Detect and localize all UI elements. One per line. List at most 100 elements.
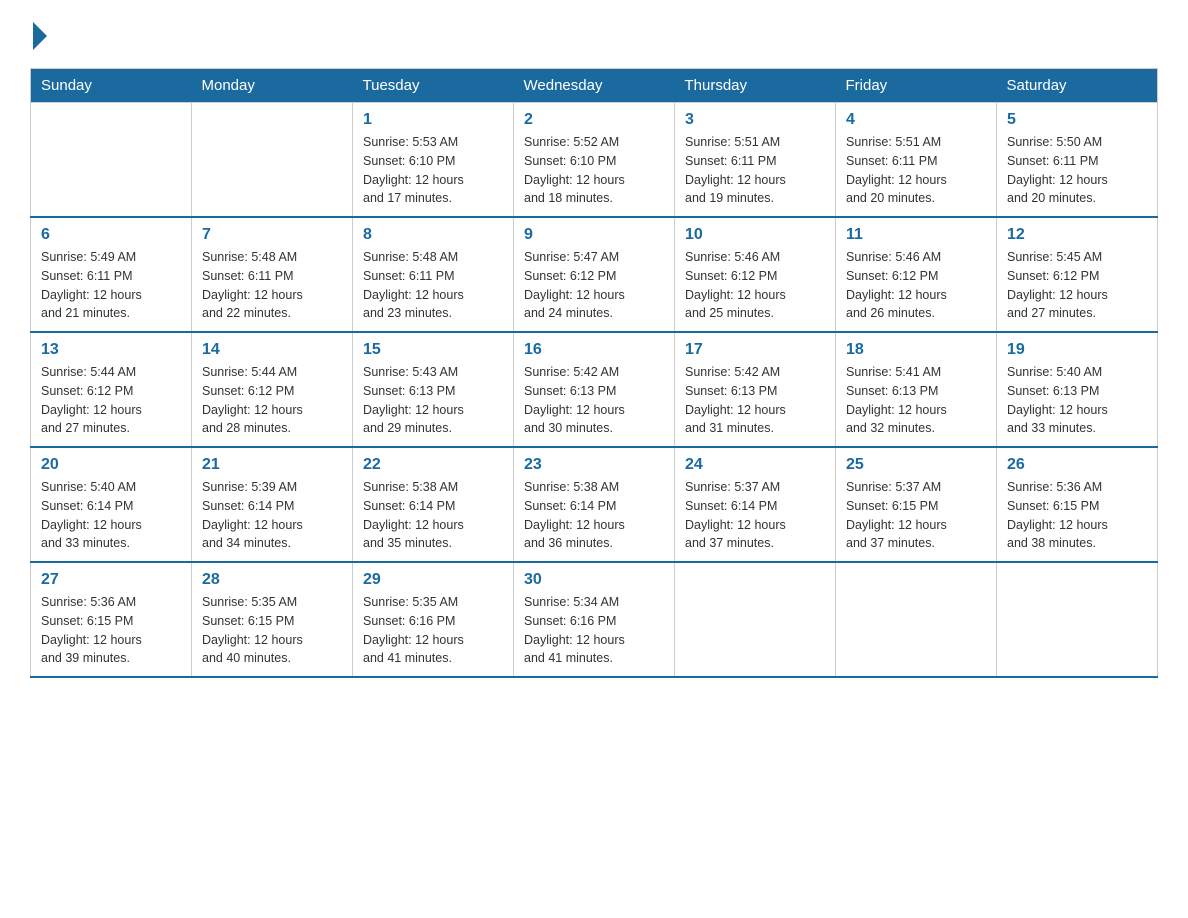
day-number: 25 xyxy=(846,456,986,474)
week-row-5: 27 Sunrise: 5:36 AM Sunset: 6:15 PM Dayli… xyxy=(31,562,1158,677)
day-number: 28 xyxy=(202,571,342,589)
day-number: 6 xyxy=(41,226,181,244)
day-number: 16 xyxy=(524,341,664,359)
calendar-cell: 16 Sunrise: 5:42 AM Sunset: 6:13 PM Dayli… xyxy=(514,332,675,447)
day-number: 11 xyxy=(846,226,986,244)
calendar-cell: 2 Sunrise: 5:52 AM Sunset: 6:10 PM Daylig… xyxy=(514,103,675,218)
calendar-cell: 24Sunrise: 5:37 AM Sunset: 6:14 PM Dayli… xyxy=(675,447,836,562)
day-info: Sunrise: 5:53 AM Sunset: 6:10 PM Dayligh… xyxy=(363,133,503,208)
day-number: 13 xyxy=(41,341,181,359)
day-info: Sunrise: 5:45 AM Sunset: 6:12 PM Dayligh… xyxy=(1007,248,1147,323)
weekday-header-wednesday: Wednesday xyxy=(514,69,675,103)
calendar-cell: 25 Sunrise: 5:37 AM Sunset: 6:15 PM Dayli… xyxy=(836,447,997,562)
day-info: Sunrise: 5:42 AM Sunset: 6:13 PM Dayligh… xyxy=(685,363,825,438)
day-number: 18 xyxy=(846,341,986,359)
week-row-1: 1 Sunrise: 5:53 AM Sunset: 6:10 PM Daylig… xyxy=(31,103,1158,218)
calendar-cell: 29 Sunrise: 5:35 AM Sunset: 6:16 PM Dayli… xyxy=(353,562,514,677)
calendar-cell: 21 Sunrise: 5:39 AM Sunset: 6:14 PM Dayli… xyxy=(192,447,353,562)
logo xyxy=(30,20,47,48)
page-header xyxy=(30,20,1158,48)
week-row-2: 6 Sunrise: 5:49 AM Sunset: 6:11 PM Daylig… xyxy=(31,217,1158,332)
day-info: Sunrise: 5:35 AM Sunset: 6:15 PM Dayligh… xyxy=(202,593,342,668)
calendar-cell: 5 Sunrise: 5:50 AM Sunset: 6:11 PM Daylig… xyxy=(997,103,1158,218)
day-number: 10 xyxy=(685,226,825,244)
weekday-header-row: SundayMondayTuesdayWednesdayThursdayFrid… xyxy=(31,69,1158,103)
day-info: Sunrise: 5:41 AM Sunset: 6:13 PM Dayligh… xyxy=(846,363,986,438)
day-number: 21 xyxy=(202,456,342,474)
day-info: Sunrise: 5:39 AM Sunset: 6:14 PM Dayligh… xyxy=(202,478,342,553)
day-info: Sunrise: 5:40 AM Sunset: 6:13 PM Dayligh… xyxy=(1007,363,1147,438)
calendar-cell xyxy=(31,103,192,218)
day-number: 9 xyxy=(524,226,664,244)
day-number: 2 xyxy=(524,111,664,129)
day-number: 14 xyxy=(202,341,342,359)
day-info: Sunrise: 5:49 AM Sunset: 6:11 PM Dayligh… xyxy=(41,248,181,323)
day-number: 17 xyxy=(685,341,825,359)
calendar-cell: 23 Sunrise: 5:38 AM Sunset: 6:14 PM Dayli… xyxy=(514,447,675,562)
calendar-cell: 3Sunrise: 5:51 AM Sunset: 6:11 PM Daylig… xyxy=(675,103,836,218)
calendar-cell: 20 Sunrise: 5:40 AM Sunset: 6:14 PM Dayli… xyxy=(31,447,192,562)
day-number: 3 xyxy=(685,111,825,129)
day-number: 23 xyxy=(524,456,664,474)
day-info: Sunrise: 5:52 AM Sunset: 6:10 PM Dayligh… xyxy=(524,133,664,208)
week-row-4: 20 Sunrise: 5:40 AM Sunset: 6:14 PM Dayli… xyxy=(31,447,1158,562)
calendar-cell: 6 Sunrise: 5:49 AM Sunset: 6:11 PM Daylig… xyxy=(31,217,192,332)
weekday-header-monday: Monday xyxy=(192,69,353,103)
weekday-header-thursday: Thursday xyxy=(675,69,836,103)
day-number: 5 xyxy=(1007,111,1147,129)
calendar-cell: 10 Sunrise: 5:46 AM Sunset: 6:12 PM Dayli… xyxy=(675,217,836,332)
calendar-cell: 26 Sunrise: 5:36 AM Sunset: 6:15 PM Dayli… xyxy=(997,447,1158,562)
day-info: Sunrise: 5:46 AM Sunset: 6:12 PM Dayligh… xyxy=(685,248,825,323)
day-number: 30 xyxy=(524,571,664,589)
calendar-cell: 8 Sunrise: 5:48 AM Sunset: 6:11 PM Daylig… xyxy=(353,217,514,332)
day-number: 8 xyxy=(363,226,503,244)
calendar-cell: 30Sunrise: 5:34 AM Sunset: 6:16 PM Dayli… xyxy=(514,562,675,677)
day-number: 22 xyxy=(363,456,503,474)
weekday-header-saturday: Saturday xyxy=(997,69,1158,103)
day-info: Sunrise: 5:40 AM Sunset: 6:14 PM Dayligh… xyxy=(41,478,181,553)
calendar-table: SundayMondayTuesdayWednesdayThursdayFrid… xyxy=(30,68,1158,678)
calendar-cell: 4 Sunrise: 5:51 AM Sunset: 6:11 PM Daylig… xyxy=(836,103,997,218)
calendar-cell: 18 Sunrise: 5:41 AM Sunset: 6:13 PM Dayli… xyxy=(836,332,997,447)
day-info: Sunrise: 5:38 AM Sunset: 6:14 PM Dayligh… xyxy=(363,478,503,553)
day-info: Sunrise: 5:44 AM Sunset: 6:12 PM Dayligh… xyxy=(41,363,181,438)
calendar-cell: 11 Sunrise: 5:46 AM Sunset: 6:12 PM Dayli… xyxy=(836,217,997,332)
calendar-cell: 9 Sunrise: 5:47 AM Sunset: 6:12 PM Daylig… xyxy=(514,217,675,332)
calendar-cell: 17 Sunrise: 5:42 AM Sunset: 6:13 PM Dayli… xyxy=(675,332,836,447)
day-number: 26 xyxy=(1007,456,1147,474)
calendar-cell: 22 Sunrise: 5:38 AM Sunset: 6:14 PM Dayli… xyxy=(353,447,514,562)
calendar-cell: 14 Sunrise: 5:44 AM Sunset: 6:12 PM Dayli… xyxy=(192,332,353,447)
day-number: 19 xyxy=(1007,341,1147,359)
day-info: Sunrise: 5:46 AM Sunset: 6:12 PM Dayligh… xyxy=(846,248,986,323)
day-info: Sunrise: 5:48 AM Sunset: 6:11 PM Dayligh… xyxy=(202,248,342,323)
week-row-3: 13 Sunrise: 5:44 AM Sunset: 6:12 PM Dayli… xyxy=(31,332,1158,447)
calendar-cell: 27 Sunrise: 5:36 AM Sunset: 6:15 PM Dayli… xyxy=(31,562,192,677)
day-info: Sunrise: 5:38 AM Sunset: 6:14 PM Dayligh… xyxy=(524,478,664,553)
day-number: 29 xyxy=(363,571,503,589)
day-number: 15 xyxy=(363,341,503,359)
day-number: 1 xyxy=(363,111,503,129)
day-info: Sunrise: 5:36 AM Sunset: 6:15 PM Dayligh… xyxy=(41,593,181,668)
day-number: 27 xyxy=(41,571,181,589)
day-number: 4 xyxy=(846,111,986,129)
day-info: Sunrise: 5:50 AM Sunset: 6:11 PM Dayligh… xyxy=(1007,133,1147,208)
calendar-cell xyxy=(675,562,836,677)
day-info: Sunrise: 5:37 AM Sunset: 6:14 PM Dayligh… xyxy=(685,478,825,553)
day-info: Sunrise: 5:42 AM Sunset: 6:13 PM Dayligh… xyxy=(524,363,664,438)
day-info: Sunrise: 5:36 AM Sunset: 6:15 PM Dayligh… xyxy=(1007,478,1147,553)
calendar-cell: 28 Sunrise: 5:35 AM Sunset: 6:15 PM Dayli… xyxy=(192,562,353,677)
day-info: Sunrise: 5:48 AM Sunset: 6:11 PM Dayligh… xyxy=(363,248,503,323)
calendar-cell: 1 Sunrise: 5:53 AM Sunset: 6:10 PM Daylig… xyxy=(353,103,514,218)
day-info: Sunrise: 5:35 AM Sunset: 6:16 PM Dayligh… xyxy=(363,593,503,668)
day-info: Sunrise: 5:44 AM Sunset: 6:12 PM Dayligh… xyxy=(202,363,342,438)
weekday-header-tuesday: Tuesday xyxy=(353,69,514,103)
logo-arrow-icon xyxy=(33,22,47,50)
day-info: Sunrise: 5:43 AM Sunset: 6:13 PM Dayligh… xyxy=(363,363,503,438)
day-number: 7 xyxy=(202,226,342,244)
day-info: Sunrise: 5:51 AM Sunset: 6:11 PM Dayligh… xyxy=(846,133,986,208)
day-info: Sunrise: 5:37 AM Sunset: 6:15 PM Dayligh… xyxy=(846,478,986,553)
day-number: 20 xyxy=(41,456,181,474)
calendar-cell: 13 Sunrise: 5:44 AM Sunset: 6:12 PM Dayli… xyxy=(31,332,192,447)
day-info: Sunrise: 5:47 AM Sunset: 6:12 PM Dayligh… xyxy=(524,248,664,323)
day-number: 12 xyxy=(1007,226,1147,244)
